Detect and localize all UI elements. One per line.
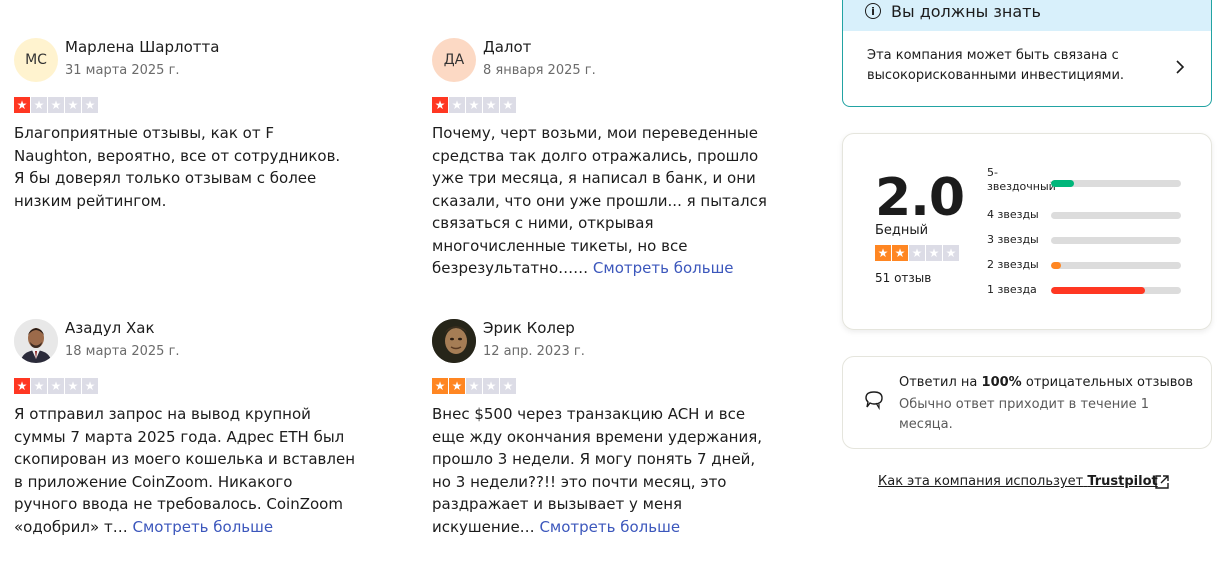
external-link-icon[interactable] [1154,474,1170,490]
rating-bar-track [1051,237,1181,244]
speech-bubble-icon [865,391,883,411]
avatar[interactable]: ДА [432,38,476,82]
star-empty-icon: ★ [82,378,98,394]
rating-bar-2[interactable]: 2 звезды [987,258,1187,278]
reply-time: Обычно ответ приходит в течение 1 месяца… [899,397,1150,432]
star-rating: ★ ★ ★ ★ ★ [432,378,516,394]
rating-bar-fill [1051,262,1062,269]
star-empty-icon: ★ [82,97,98,113]
star-empty-icon: ★ [909,245,925,261]
star-empty-icon: ★ [466,97,482,113]
star-empty-icon: ★ [483,378,499,394]
star-empty-icon: ★ [466,378,482,394]
review-text: Внес $500 через транзакцию ACH и все еще… [432,405,763,536]
star-empty-icon: ★ [48,97,64,113]
star-rating: ★ ★ ★ ★ ★ [432,97,516,113]
star-filled-icon: ★ [432,378,448,394]
review-text: Почему, черт возьми, мои переведенные ср… [432,124,767,277]
review-date: 31 марта 2025 г. [65,63,180,78]
star-filled-icon: ★ [14,378,30,394]
reply-info-card: Ответил на 100% отрицательных отзывов Об… [842,356,1212,449]
chevron-right-icon[interactable] [1175,59,1185,75]
rating-bar-5[interactable]: 5-звездочный [987,166,1187,193]
review-date: 12 апр. 2023 г. [483,344,585,359]
star-empty-icon: ★ [943,245,959,261]
star-rating: ★ ★ ★ ★ ★ [14,97,98,113]
rating-bar-track [1051,262,1181,269]
rating-bar-4[interactable]: 4 звезды [987,208,1187,228]
person-photo-icon[interactable] [14,319,58,363]
rating-bar-label: 3 звезды [987,233,1039,246]
star-filled-icon: ★ [875,245,891,261]
star-empty-icon: ★ [48,378,64,394]
notice-text: Эта компания может быть связана с высоко… [867,48,1125,83]
star-empty-icon: ★ [926,245,942,261]
rating-bar-label: 2 звезды [987,258,1039,271]
review-count: 51 отзыв [875,271,932,285]
star-filled-icon: ★ [14,97,30,113]
star-empty-icon: ★ [449,97,465,113]
star-filled-icon: ★ [432,97,448,113]
rating-bar-label: 1 звезда [987,283,1037,296]
person-photo-icon[interactable] [432,319,476,363]
reviewer-name[interactable]: Азадул Хак [65,319,155,337]
reviewer-name[interactable]: Марлена Шарлотта [65,38,219,56]
rating-bar-track [1051,212,1181,219]
rating-bar-fill [1051,287,1145,294]
rating-bar-track [1051,287,1181,294]
reviewer-name[interactable]: Далот [483,38,531,56]
star-empty-icon: ★ [65,378,81,394]
see-more-link[interactable]: Смотреть больше [539,518,680,536]
trustpilot-usage-link[interactable]: Как эта компания использует Trustpilot [878,474,1158,489]
rating-summary-card: 2.0 Бедный ★ ★ ★ ★ ★ 51 отзыв 5-звездочный 4… [842,133,1212,330]
see-more-link[interactable]: Смотреть больше [593,259,734,277]
rating-bar-label: 4 звезды [987,208,1039,221]
star-filled-icon: ★ [449,378,465,394]
reviewer-name[interactable]: Эрик Колер [483,319,575,337]
rating-bar-fill [1051,180,1075,187]
star-empty-icon: ★ [31,378,47,394]
star-empty-icon: ★ [500,378,516,394]
score-label: Бедный [875,223,929,238]
see-more-link[interactable]: Смотреть больше [132,518,273,536]
star-filled-icon: ★ [892,245,908,261]
rating-bar-3[interactable]: 3 звезды [987,233,1187,253]
star-empty-icon: ★ [31,97,47,113]
rating-bar-track [1051,180,1181,187]
trust-score: 2.0 [875,168,965,228]
star-empty-icon: ★ [483,97,499,113]
notice-title: Вы должны знать [891,1,1041,21]
rating-bar-label: 5-звездочный [987,166,1056,193]
avatar[interactable]: МС [14,38,58,82]
notice-header: i Вы должны знать [843,0,1211,31]
review-date: 18 марта 2025 г. [65,344,180,359]
reply-rate: Ответил на 100% отрицательных отзывов [899,375,1194,390]
review-date: 8 января 2025 г. [483,63,596,78]
star-empty-icon: ★ [500,97,516,113]
star-rating: ★ ★ ★ ★ ★ [14,378,98,394]
star-rating: ★ ★ ★ ★ ★ [875,245,959,261]
review-text: Я отправил запрос на вывод крупной суммы… [14,405,356,536]
rating-bar-1[interactable]: 1 звезда [987,283,1187,303]
info-icon: i [865,3,881,19]
star-empty-icon: ★ [65,97,81,113]
notice-card[interactable]: i Вы должны знать Эта компания может быт… [842,0,1212,107]
review-text: Благоприятные отзывы, как от F Naughton,… [14,124,341,210]
